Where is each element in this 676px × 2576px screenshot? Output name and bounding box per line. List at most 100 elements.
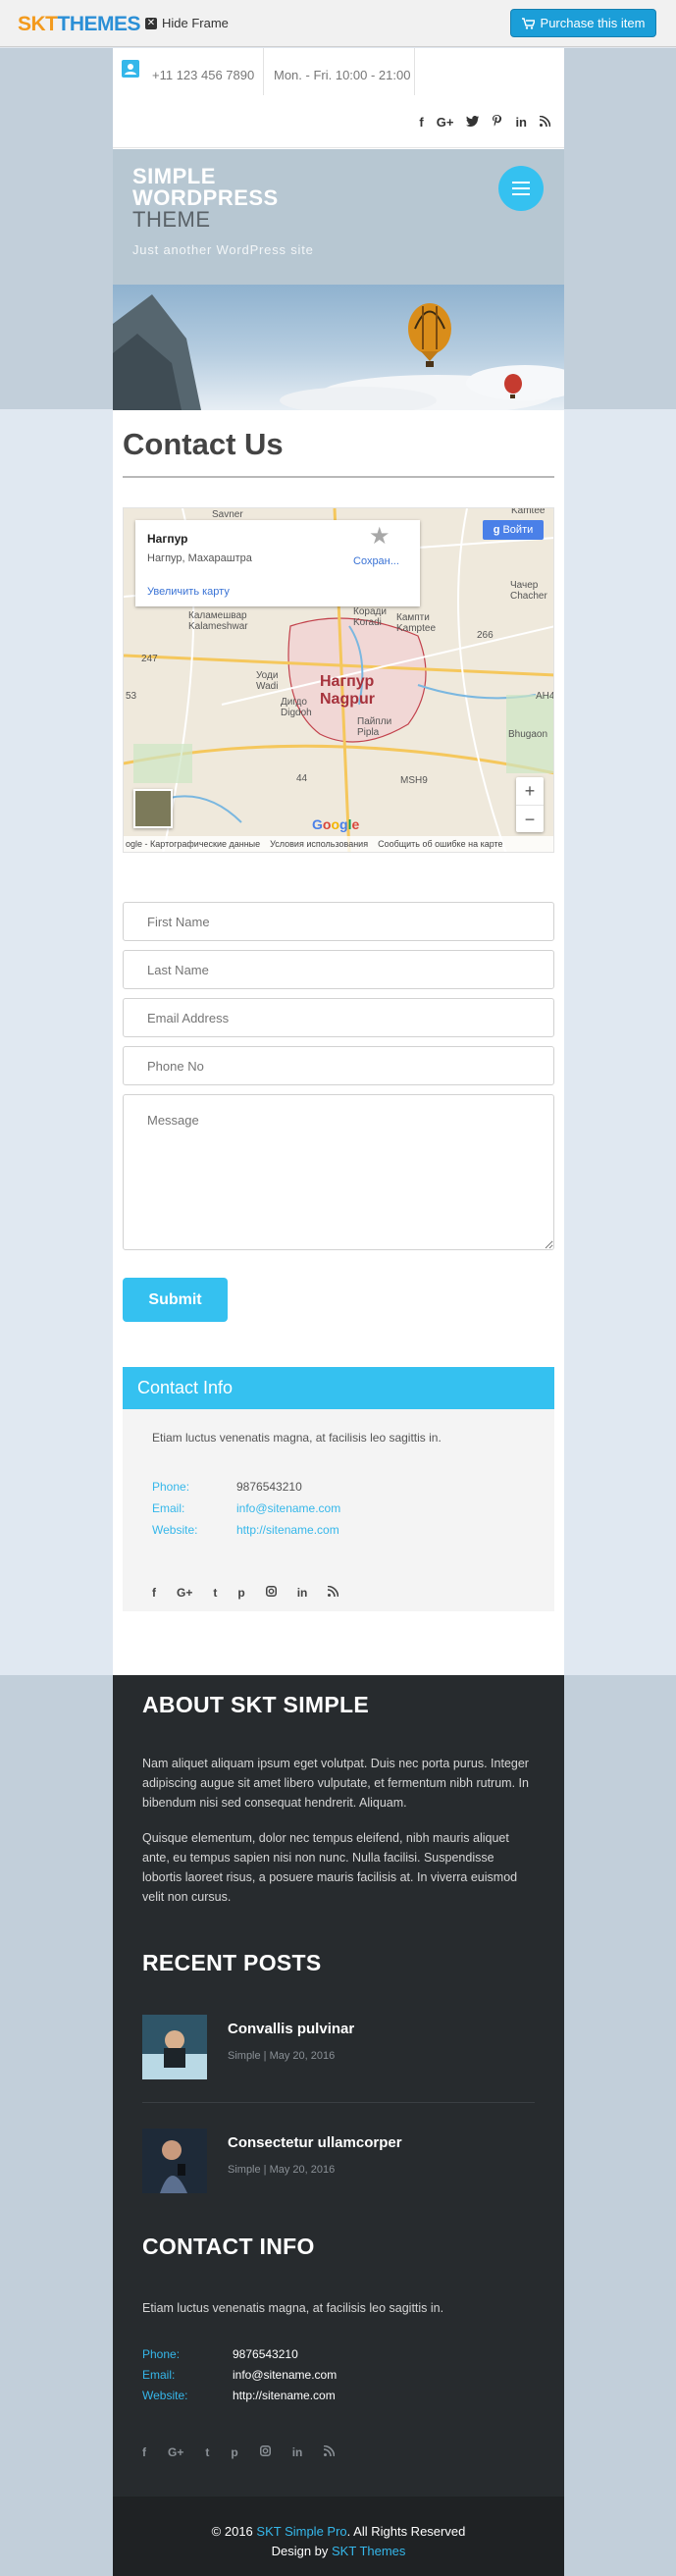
title-underline: [123, 476, 554, 478]
star-icon[interactable]: ★: [369, 522, 390, 551]
rss-icon[interactable]: [324, 2445, 336, 2459]
google-login-button[interactable]: g Войти: [483, 520, 544, 540]
site-title[interactable]: SIMPLE WORDPRESS THEME: [132, 166, 279, 231]
post-thumbnail[interactable]: [142, 2015, 207, 2079]
rss-icon[interactable]: [539, 115, 551, 131]
map-label: Savner: [212, 509, 243, 520]
map-label: Kalameshwar: [188, 621, 248, 632]
pinterest-icon[interactable]: [492, 115, 502, 131]
map-label: Чачер: [510, 580, 539, 591]
google-map[interactable]: Savner Kamtee Чачер Chacher Каламешвар K…: [123, 507, 554, 853]
post-thumbnail[interactable]: [142, 2129, 207, 2193]
linkedin-icon[interactable]: in: [515, 115, 527, 131]
linkedin-icon[interactable]: in: [297, 1586, 308, 1600]
facebook-icon[interactable]: f: [142, 2445, 146, 2459]
hide-frame-button[interactable]: ✕ Hide Frame: [145, 16, 229, 30]
satellite-view-thumbnail[interactable]: [133, 789, 173, 828]
pinterest-icon[interactable]: p: [231, 2445, 237, 2459]
facebook-icon[interactable]: f: [152, 1586, 156, 1600]
footer-website-row: Website: http://sitename.com: [142, 2389, 336, 2402]
footer-phone-row: Phone: 9876543210: [142, 2347, 298, 2361]
website-link[interactable]: http://sitename.com: [233, 2389, 336, 2402]
skt-themes-logo[interactable]: SKTTHEMES: [18, 13, 141, 36]
hamburger-icon: [512, 182, 530, 184]
contact-email-row: Email: info@sitename.com: [152, 1501, 340, 1515]
zoom-out-button[interactable]: −: [516, 805, 544, 832]
about-heading: ABOUT SKT SIMPLE: [142, 1692, 369, 1717]
top-info-bar: +11 123 456 7890 Mon. - Fri. 10:00 - 21:…: [113, 48, 564, 148]
email-link[interactable]: info@sitename.com: [236, 1501, 340, 1515]
contact-phone-row: Phone: 9876543210: [152, 1480, 302, 1494]
post-meta: Simple | May 20, 2016: [228, 2164, 336, 2176]
map-road-badge: MSH9: [400, 775, 428, 786]
map-label: Koradi: [353, 617, 382, 628]
hide-frame-label: Hide Frame: [162, 16, 229, 30]
linkedin-icon[interactable]: in: [292, 2445, 303, 2459]
contact-social-links: f G+ t p in: [152, 1585, 339, 1600]
twitter-icon[interactable]: [466, 115, 480, 131]
google-plus-icon[interactable]: G+: [177, 1586, 192, 1600]
demo-frame-bar: SKTTHEMES ✕ Hide Frame Purchase this ite…: [0, 0, 676, 47]
about-paragraph-1: Nam aliquet aliquam ipsum eget volutpat.…: [142, 1757, 529, 1810]
skt-themes-link[interactable]: SKT Themes: [332, 2544, 405, 2558]
zoom-in-button[interactable]: +: [516, 777, 544, 805]
facebook-icon[interactable]: f: [419, 115, 423, 131]
twitter-icon[interactable]: t: [205, 2445, 209, 2459]
phone-value: 9876543210: [236, 1480, 302, 1494]
submit-button[interactable]: Submit: [123, 1278, 228, 1322]
twitter-icon[interactable]: t: [213, 1586, 217, 1600]
first-name-field[interactable]: [123, 902, 554, 941]
google-plus-icon[interactable]: G+: [437, 115, 454, 131]
recent-posts-heading: RECENT POSTS: [142, 1950, 322, 1975]
hamburger-icon-bar: [512, 187, 530, 189]
email-field[interactable]: [123, 998, 554, 1037]
email-link[interactable]: info@sitename.com: [233, 2368, 337, 2382]
instagram-icon[interactable]: [259, 2445, 271, 2459]
map-city-en: Nagpur: [320, 691, 375, 708]
divider: [263, 48, 264, 95]
footer-contact-heading: CONTACT INFO: [142, 2234, 315, 2259]
enlarge-map-link[interactable]: Увеличить карту: [147, 586, 230, 598]
purchase-label: Purchase this item: [540, 16, 646, 30]
menu-toggle-button[interactable]: [498, 166, 544, 211]
recent-post-item[interactable]: Convallis pulvinar Simple | May 20, 2016: [142, 2015, 535, 2081]
contact-info-text: Etiam luctus venenatis magna, at facilis…: [152, 1431, 442, 1445]
map-road-badge: 53: [126, 691, 137, 702]
map-city-ru: Нагпур: [320, 673, 375, 690]
map-data-credit: ogle - Картографические данные: [126, 839, 261, 849]
post-title-link[interactable]: Consectetur ullamcorper: [228, 2134, 402, 2151]
instagram-icon[interactable]: [265, 1586, 277, 1600]
zoom-controls: + −: [516, 777, 544, 832]
map-attribution: ogle - Картографические данные Условия и…: [124, 836, 553, 852]
site-tagline: Just another WordPress site: [132, 242, 314, 257]
purchase-button[interactable]: Purchase this item: [510, 9, 656, 37]
google-plus-icon: g: [493, 524, 500, 536]
phone-field[interactable]: [123, 1046, 554, 1085]
map-label: Дигдо: [281, 697, 307, 708]
top-phone-number: +11 123 456 7890: [152, 68, 255, 82]
contact-website-row: Website: http://sitename.com: [152, 1523, 339, 1537]
map-label: Каламешвар: [188, 610, 247, 621]
design-prefix: Design by: [271, 2544, 333, 2558]
brand-link[interactable]: SKT Simple Pro: [256, 2524, 346, 2539]
recent-post-item[interactable]: Consectetur ullamcorper Simple | May 20,…: [142, 2129, 535, 2195]
last-name-field[interactable]: [123, 950, 554, 989]
cart-icon: [521, 17, 535, 29]
logo-part-skt: SKT: [18, 13, 58, 35]
map-report-link[interactable]: Сообщить об ошибке на карте: [378, 839, 502, 849]
google-plus-icon[interactable]: G+: [168, 2445, 183, 2459]
design-credit-line: Design by SKT Themes: [113, 2542, 564, 2561]
pinterest-icon[interactable]: p: [237, 1586, 244, 1600]
divider: [414, 48, 415, 95]
hero-banner-image: [113, 285, 564, 410]
map-place-address: Нагпур, Махараштра: [147, 552, 252, 564]
message-field[interactable]: [123, 1094, 554, 1250]
login-label: Войти: [502, 524, 534, 536]
copyright-line: © 2016 SKT Simple Pro. All Rights Reserv…: [113, 2522, 564, 2542]
map-road-badge: 247: [141, 654, 158, 664]
post-title-link[interactable]: Convallis pulvinar: [228, 2021, 354, 2037]
rss-icon[interactable]: [328, 1585, 339, 1600]
map-terms-link[interactable]: Условия использования: [270, 839, 368, 849]
website-link[interactable]: http://sitename.com: [236, 1523, 339, 1537]
save-place-link[interactable]: Сохран...: [353, 555, 399, 567]
